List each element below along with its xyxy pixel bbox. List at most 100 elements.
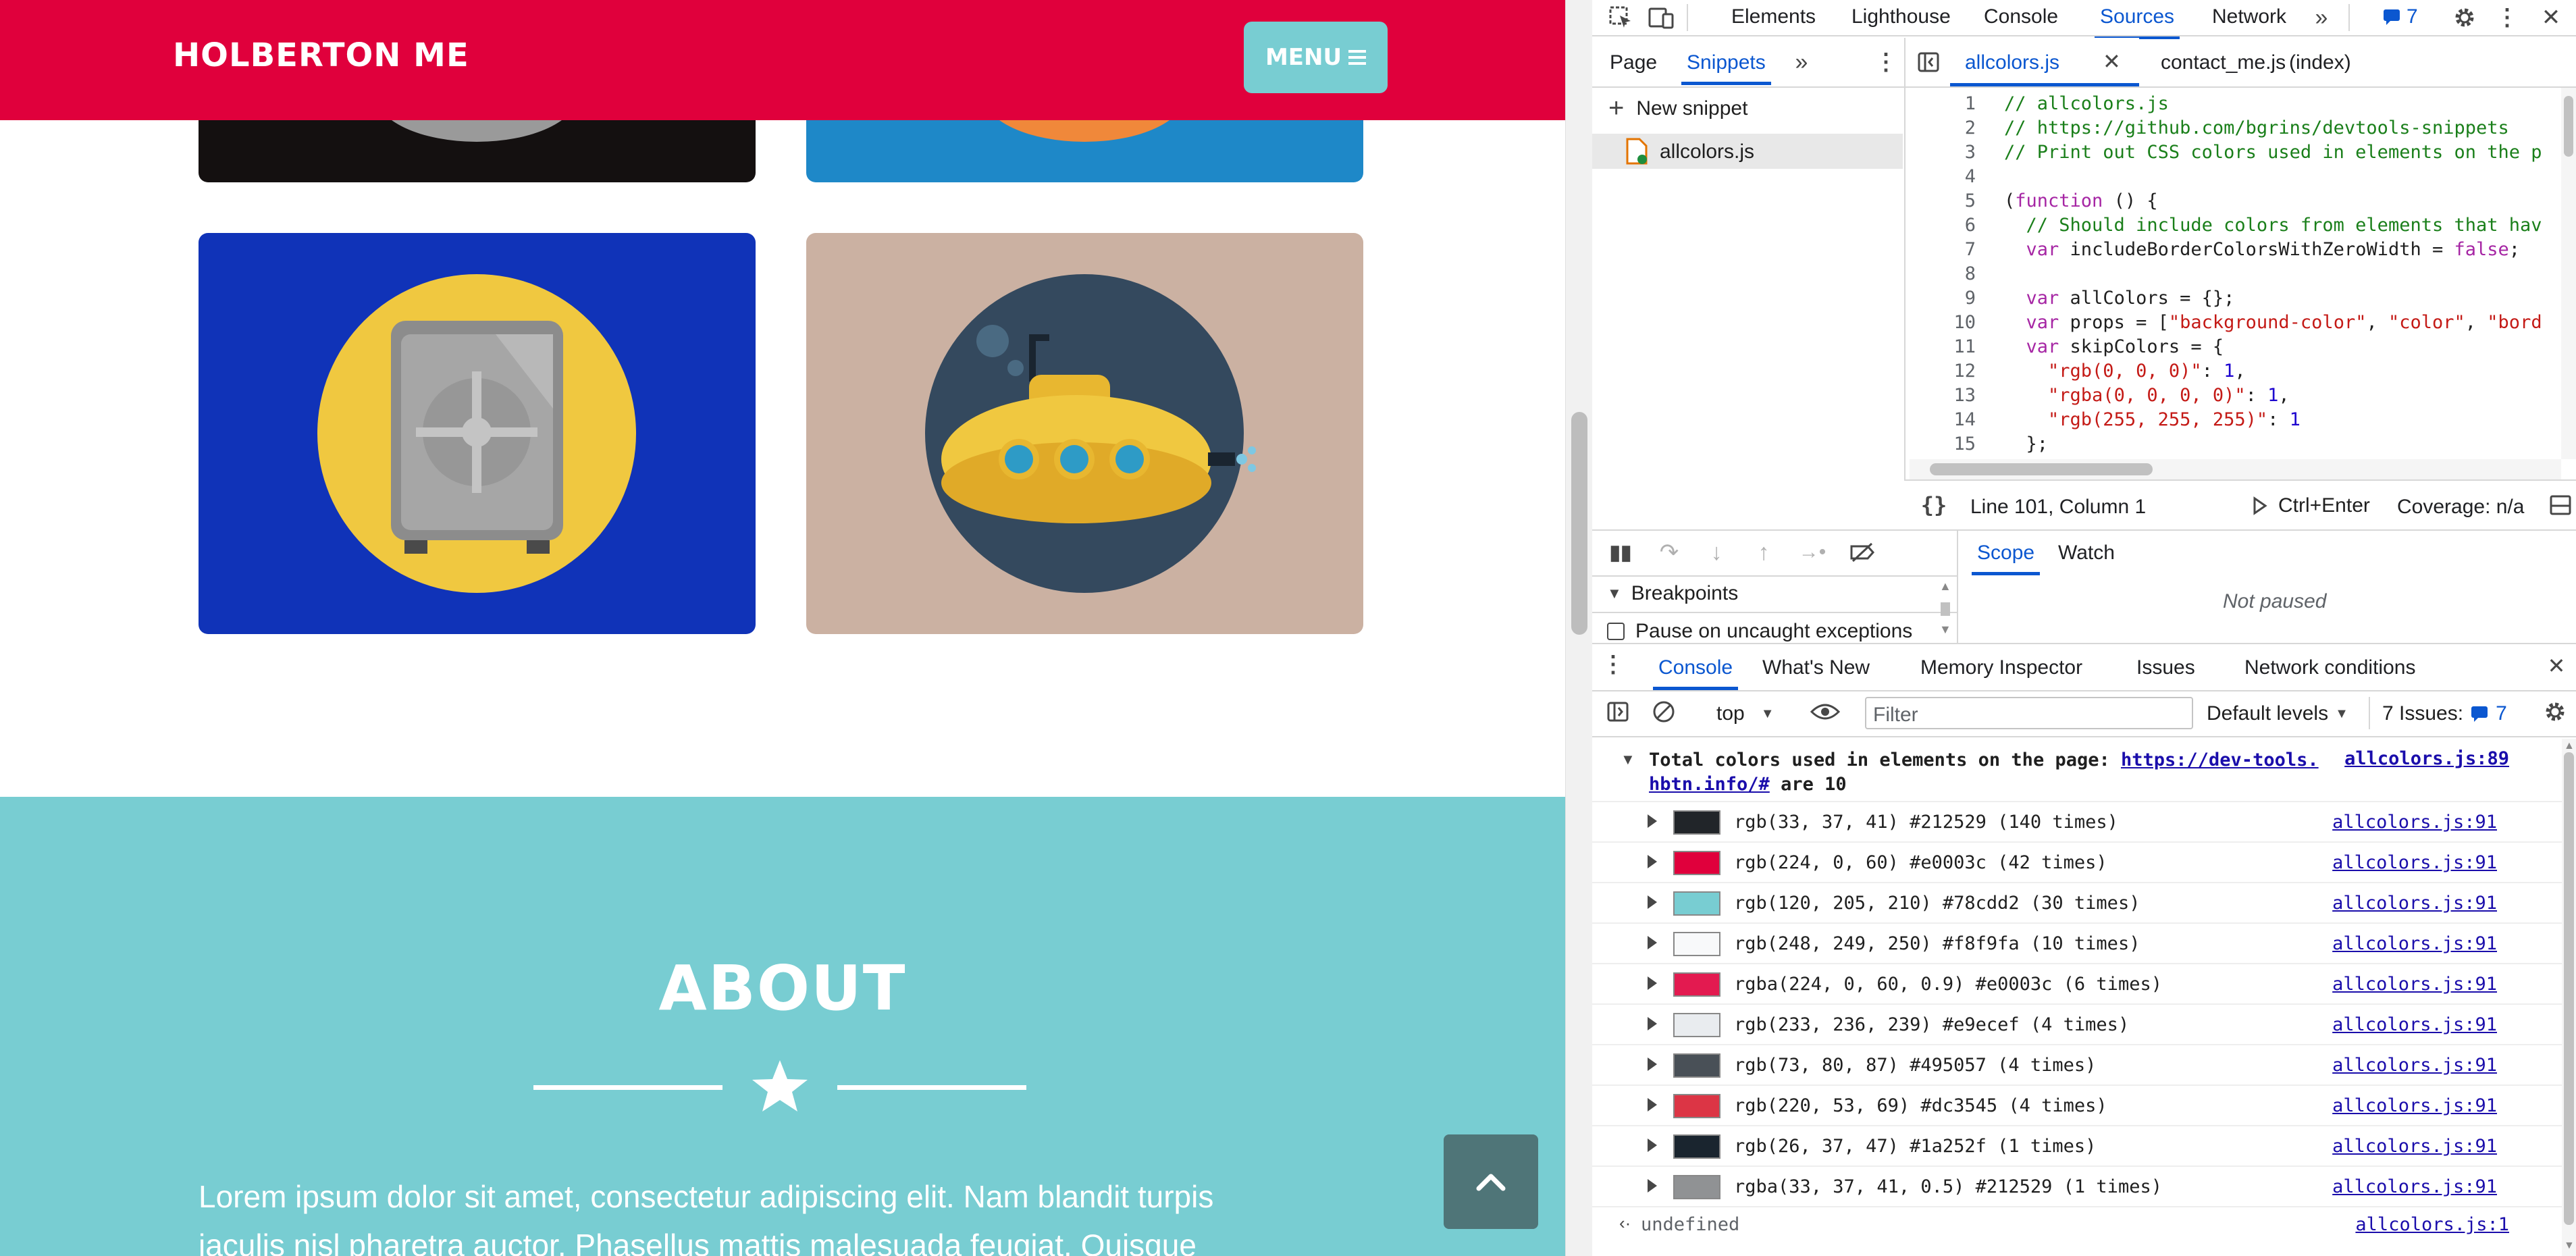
clear-console-icon[interactable] <box>1650 697 1677 727</box>
tab-snippets[interactable]: Snippets <box>1681 51 1771 85</box>
color-source-link[interactable]: allcolors.js:91 <box>2332 1136 2497 1157</box>
step-over-icon[interactable]: ↷ <box>1656 538 1683 567</box>
expand-triangle-icon[interactable] <box>1648 1098 1657 1111</box>
deactivate-breakpoints-icon[interactable] <box>1847 538 1877 567</box>
summary-page-link-cont[interactable]: hbtn.info/# <box>1649 774 1770 795</box>
breakpoints-scrollbar[interactable]: ▲ ▼ <box>1937 579 1954 640</box>
line-number[interactable]: 3 <box>1910 140 1976 165</box>
color-source-link[interactable]: allcolors.js:91 <box>2332 1176 2497 1197</box>
console-summary-message[interactable]: ▼ Total colors used in elements on the p… <box>1592 743 2565 802</box>
console-color-row[interactable]: rgba(224, 0, 60, 0.9) #e0003c (6 times) a… <box>1592 964 2565 1005</box>
line-number[interactable]: 12 <box>1910 359 1976 384</box>
console-color-row[interactable]: rgb(233, 236, 239) #e9ecef (4 times) allc… <box>1592 1005 2565 1045</box>
editor-tab-index[interactable]: (index) <box>2289 51 2351 74</box>
nav-more-options-icon[interactable]: ⋮ <box>1874 47 1897 77</box>
breakpoints-section-toggle[interactable]: ▼ Breakpoints <box>1607 582 1738 605</box>
context-selector[interactable]: top ▼ <box>1716 702 1775 725</box>
pause-exceptions-checkbox[interactable] <box>1607 623 1625 640</box>
console-color-row[interactable]: rgb(248, 249, 250) #f8f9fa (10 times) all… <box>1592 924 2565 964</box>
line-number[interactable]: 11 <box>1910 335 1976 359</box>
pause-on-exceptions-option[interactable]: Pause on uncaught exceptions <box>1607 620 1912 643</box>
drawer-tab-whats-new[interactable]: What's New <box>1762 656 1870 679</box>
summary-source-link[interactable]: allcolors.js:89 <box>2344 748 2509 769</box>
line-number[interactable]: 5 <box>1910 189 1976 213</box>
expand-triangle-icon[interactable] <box>1648 1017 1657 1030</box>
console-color-row[interactable]: rgb(26, 37, 47) #1a252f (1 times) allcolo… <box>1592 1126 2565 1167</box>
console-color-row[interactable]: rgb(73, 80, 87) #495057 (4 times) allcolo… <box>1592 1045 2565 1086</box>
portfolio-card-safe[interactable] <box>199 233 756 634</box>
editor-tab-contact-me[interactable]: contact_me.js <box>2161 51 2286 74</box>
expand-triangle-icon[interactable] <box>1648 855 1657 868</box>
kebab-menu-icon[interactable]: ⋮ <box>2496 3 2519 32</box>
device-toolbar-icon[interactable] <box>1646 3 1676 32</box>
tab-lighthouse[interactable]: Lighthouse <box>1851 5 1951 28</box>
drawer-menu-icon[interactable]: ⋮ <box>1602 650 1625 679</box>
more-nav-tabs-icon[interactable]: » <box>1789 47 1814 77</box>
drawer-tab-memory-inspector[interactable]: Memory Inspector <box>1920 656 2082 679</box>
line-number[interactable]: 1 <box>1910 92 1976 116</box>
close-drawer-icon[interactable]: ✕ <box>2543 651 2570 681</box>
line-number[interactable]: 4 <box>1910 165 1976 189</box>
new-snippet-button[interactable]: + New snippet <box>1608 93 1747 124</box>
snippet-item-allcolors[interactable]: allcolors.js <box>1592 134 1903 169</box>
line-number[interactable]: 13 <box>1910 384 1976 408</box>
settings-gear-icon[interactable] <box>2450 3 2479 32</box>
console-color-row[interactable]: rgb(224, 0, 60) #e0003c (42 times) allcol… <box>1592 843 2565 883</box>
line-number[interactable]: 10 <box>1910 311 1976 335</box>
more-tabs-icon[interactable]: » <box>2308 3 2335 32</box>
menu-button[interactable]: MENU <box>1244 22 1388 93</box>
drawer-tab-network-conditions[interactable]: Network conditions <box>2244 656 2415 679</box>
line-number[interactable]: 15 <box>1910 432 1976 456</box>
live-expression-eye-icon[interactable] <box>1808 697 1842 727</box>
close-devtools-icon[interactable]: ✕ <box>2538 3 2565 32</box>
pretty-print-icon[interactable]: {} <box>1919 490 1949 520</box>
portfolio-card-submarine[interactable] <box>806 233 1363 634</box>
step-into-icon[interactable]: ↓ <box>1703 538 1730 567</box>
log-levels-dropdown[interactable]: Default levels ▼ <box>2207 702 2348 725</box>
color-source-link[interactable]: allcolors.js:91 <box>2332 852 2497 873</box>
code-vertical-scrollbar[interactable] <box>2561 88 2576 459</box>
expand-triangle-icon[interactable] <box>1648 895 1657 909</box>
expand-triangle-icon[interactable] <box>1648 814 1657 828</box>
tab-page[interactable]: Page <box>1610 51 1657 74</box>
color-source-link[interactable]: allcolors.js:91 <box>2332 812 2497 833</box>
drawer-tab-console[interactable]: Console <box>1652 656 1739 690</box>
console-color-row[interactable]: rgb(220, 53, 69) #dc3545 (4 times) allcol… <box>1592 1086 2565 1126</box>
close-tab-icon[interactable]: ✕ <box>2103 49 2121 74</box>
line-number[interactable]: 6 <box>1910 213 1976 238</box>
console-settings-gear-icon[interactable] <box>2540 697 2570 727</box>
tab-console[interactable]: Console <box>1984 5 2058 28</box>
code-editor[interactable]: 1 // allcolors.js 2 // https://github.com/b… <box>1910 88 2576 459</box>
run-snippet-button[interactable]: Ctrl+Enter <box>2253 494 2370 517</box>
code-horizontal-scrollbar[interactable] <box>1910 459 2561 479</box>
step-out-icon[interactable]: ↑ <box>1750 538 1777 567</box>
line-number[interactable]: 2 <box>1910 116 1976 140</box>
expand-triangle-icon[interactable] <box>1648 936 1657 949</box>
color-source-link[interactable]: allcolors.js:91 <box>2332 1014 2497 1035</box>
expand-triangle-icon[interactable] <box>1648 1057 1657 1071</box>
color-source-link[interactable]: allcolors.js:91 <box>2332 974 2497 995</box>
page-scrollbar[interactable] <box>1565 0 1592 1256</box>
tab-network[interactable]: Network <box>2212 5 2286 28</box>
console-color-row[interactable]: rgba(33, 37, 41, 0.5) #212529 (1 times) a… <box>1592 1167 2565 1207</box>
editor-tab-allcolors[interactable]: allcolors.js ✕ <box>1950 38 2139 86</box>
console-color-row[interactable]: rgb(33, 37, 41) #212529 (140 times) allco… <box>1592 802 2565 843</box>
tab-scope[interactable]: Scope <box>1971 542 2041 575</box>
expand-triangle-icon[interactable] <box>1648 1139 1657 1152</box>
step-icon[interactable]: →• <box>1797 538 1827 567</box>
tab-watch[interactable]: Watch <box>2058 542 2115 565</box>
show-drawer-icon[interactable] <box>2547 492 2574 519</box>
brand-logo[interactable]: HOLBERTON ME <box>173 36 469 74</box>
expand-triangle-icon[interactable] <box>1648 976 1657 990</box>
color-source-link[interactable]: allcolors.js:91 <box>2332 1095 2497 1116</box>
color-source-link[interactable]: allcolors.js:91 <box>2332 933 2497 954</box>
console-color-row[interactable]: rgb(120, 205, 210) #78cdd2 (30 times) all… <box>1592 883 2565 924</box>
line-number[interactable]: 14 <box>1910 408 1976 432</box>
console-filter-input[interactable]: Filter <box>1865 697 2193 729</box>
toggle-navigator-icon[interactable] <box>1915 47 1942 77</box>
line-number[interactable]: 7 <box>1910 238 1976 262</box>
console-scrollbar[interactable]: ▲ ▼ <box>2562 739 2576 1256</box>
page-scrollbar-thumb[interactable] <box>1571 412 1587 635</box>
inspect-element-icon[interactable] <box>1606 3 1635 32</box>
expand-triangle-icon[interactable] <box>1648 1179 1657 1193</box>
